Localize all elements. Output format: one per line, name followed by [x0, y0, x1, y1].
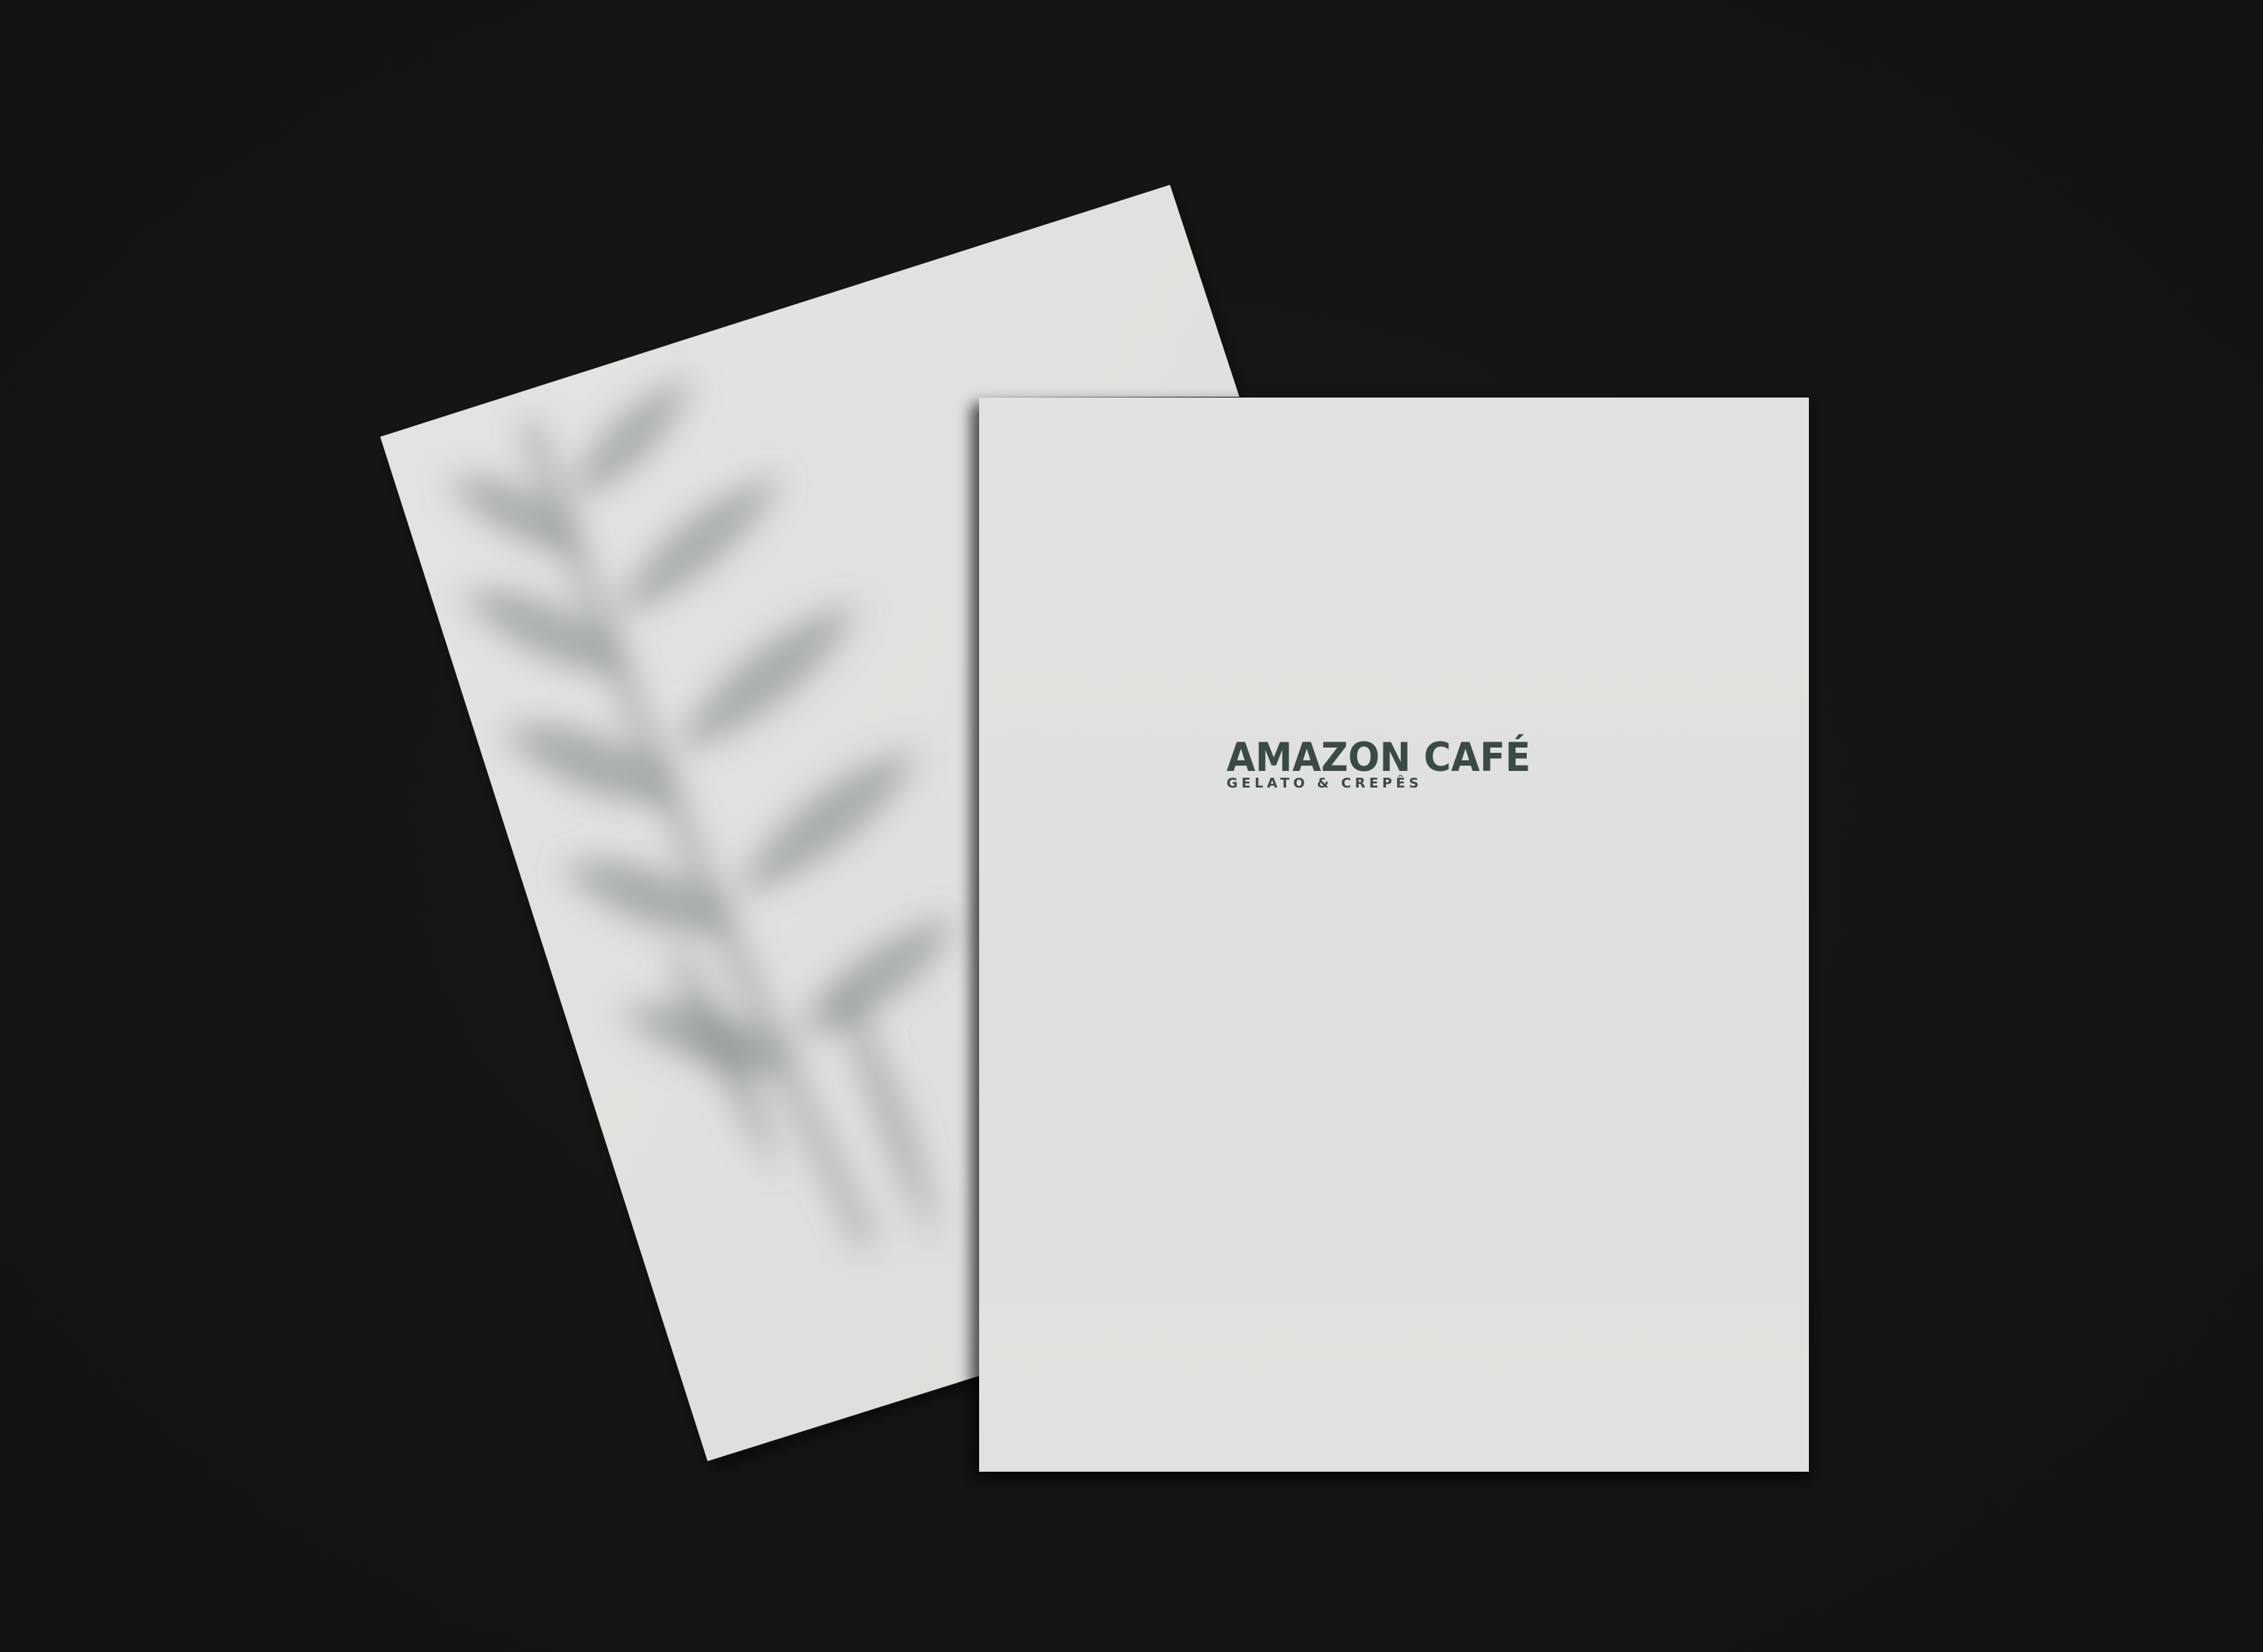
- amazon-cafe-logo: AMAZON CAFÉ GELATO & CREPÊS: [1227, 735, 1531, 791]
- front-paper-card: AMAZON CAFÉ GELATO & CREPÊS: [979, 398, 1809, 1472]
- logo-brand-name: AMAZON CAFÉ: [1227, 735, 1531, 781]
